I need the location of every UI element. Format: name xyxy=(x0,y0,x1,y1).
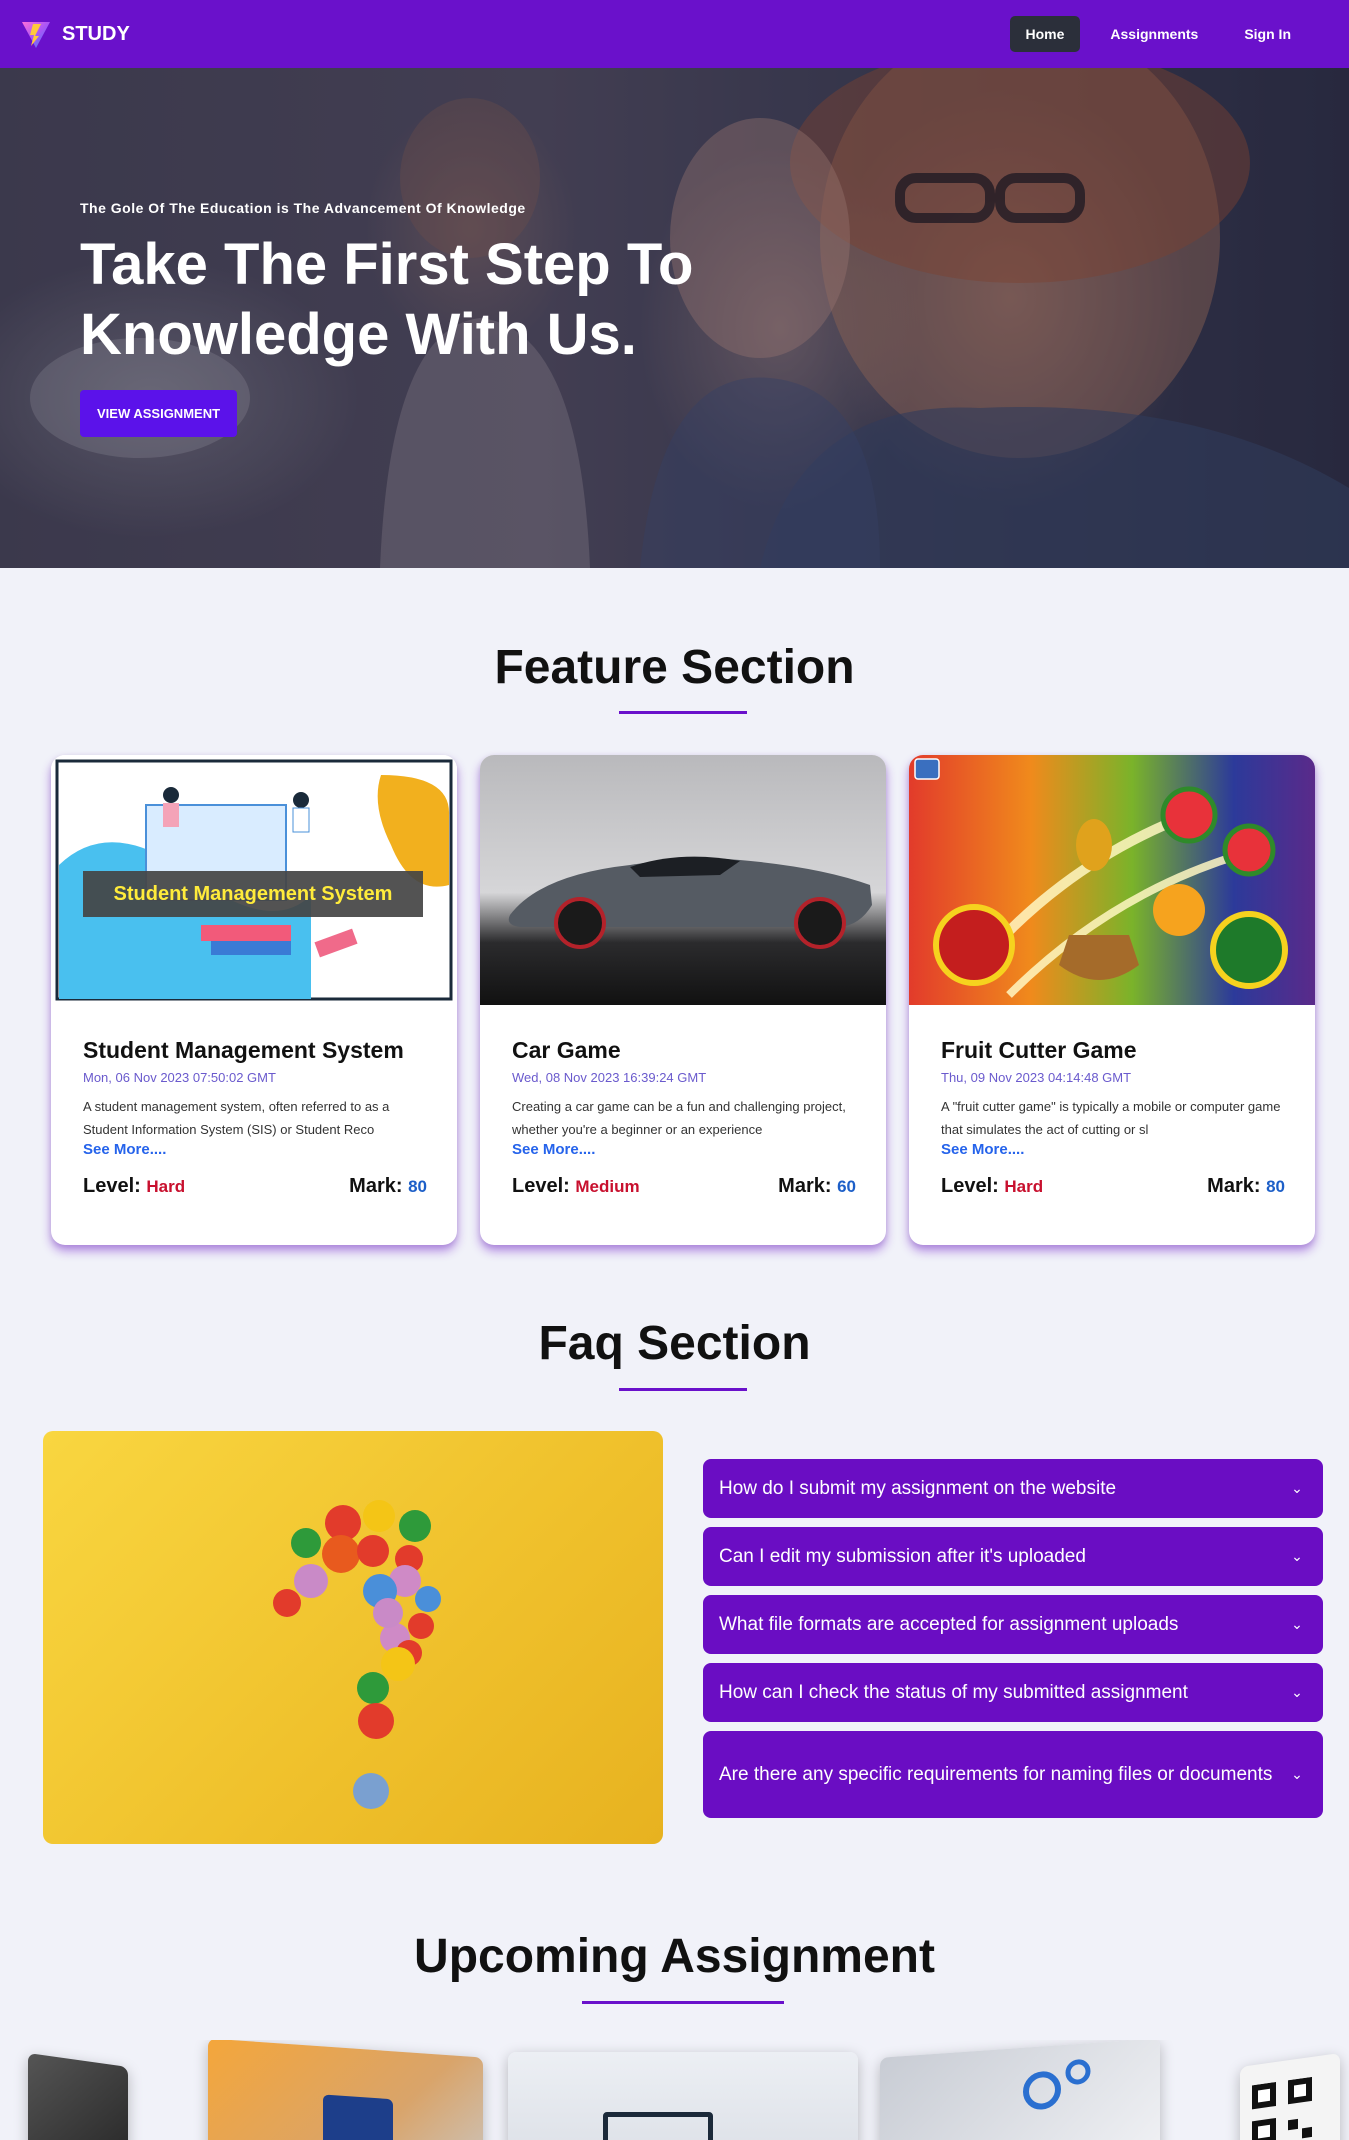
mark-label: Mark: xyxy=(1207,1175,1261,1197)
faq-question: Can I edit my submission after it's uplo… xyxy=(719,1546,1086,1567)
brand-name: STUDY xyxy=(62,22,130,45)
hero-title: Take The First Step To Knowledge With Us… xyxy=(80,232,694,367)
feature-card[interactable]: Fruit Cutter Game Thu, 09 Nov 2023 04:14… xyxy=(909,755,1315,1245)
card-image-fruit-cutter xyxy=(909,755,1315,1005)
upcoming-carousel[interactable] xyxy=(0,2040,1349,2140)
hero-content: The Gole Of The Education is The Advance… xyxy=(80,200,780,437)
mark-value: 60 xyxy=(837,1177,856,1196)
level-label: Level: xyxy=(83,1175,141,1197)
see-more-link[interactable]: See More.... xyxy=(941,1141,1285,1158)
mark-value: 80 xyxy=(1266,1177,1285,1196)
faq-item[interactable]: How do I submit my assignment on the web… xyxy=(703,1459,1323,1518)
faq-question: How can I check the status of my submitt… xyxy=(719,1682,1188,1703)
level-value: Hard xyxy=(1004,1177,1044,1196)
card-description: A student management system, often refer… xyxy=(83,1099,390,1137)
upcoming-section-title: Upcoming Assignment xyxy=(414,1930,935,1983)
qr-code-icon xyxy=(1252,2076,1312,2140)
faq-question-mark-image xyxy=(43,1431,663,1844)
faq-title-underline xyxy=(619,1388,747,1391)
feature-card[interactable]: Student Management System Student Manage… xyxy=(51,755,457,1245)
card-description: A "fruit cutter game" is typically a mob… xyxy=(941,1099,1281,1137)
view-assignment-button[interactable]: VIEW ASSIGNMENT xyxy=(80,390,238,437)
see-more-link[interactable]: See More.... xyxy=(512,1141,856,1158)
card-date: Mon, 06 Nov 2023 07:50:02 GMT xyxy=(83,1070,276,1085)
feature-title-underline xyxy=(619,711,747,714)
faq-question: How do I submit my assignment on the web… xyxy=(719,1478,1117,1499)
tablet-icon xyxy=(323,2094,393,2140)
chevron-down-icon: ⌄ xyxy=(1291,1684,1303,1700)
gear-icon xyxy=(1023,2059,1091,2110)
level-label: Level: xyxy=(941,1175,999,1197)
level-value: Medium xyxy=(575,1177,640,1196)
faq-section-title: Faq Section xyxy=(538,1317,811,1370)
chevron-down-icon: ⌄ xyxy=(1291,1548,1303,1564)
chevron-down-icon: ⌄ xyxy=(1291,1616,1303,1632)
faq-question: What file formats are accepted for assig… xyxy=(719,1614,1179,1635)
hero-subtitle: The Gole Of The Education is The Advance… xyxy=(80,200,526,216)
carousel-slide[interactable] xyxy=(28,2052,128,2140)
card-body: Car Game Wed, 08 Nov 2023 16:39:24 GMT C… xyxy=(512,1037,856,1158)
card-title: Student Management System xyxy=(83,1037,404,1063)
nav-links: Home Assignments Sign In xyxy=(1009,16,1308,52)
mark-value: 80 xyxy=(408,1177,427,1196)
card-title: Fruit Cutter Game xyxy=(941,1037,1137,1063)
logo-icon xyxy=(22,22,50,48)
card-body: Fruit Cutter Game Thu, 09 Nov 2023 04:14… xyxy=(941,1037,1285,1158)
faq-question: Are there any specific requirements for … xyxy=(719,1764,1273,1785)
card-image-caption: Student Management System xyxy=(113,882,393,905)
nav-home[interactable]: Home xyxy=(1009,16,1081,52)
carousel-slide[interactable] xyxy=(1240,2052,1340,2140)
card-footer: Level: Hard Mark: 80 xyxy=(941,1175,1285,1198)
brand[interactable]: STUDY xyxy=(20,18,130,50)
card-description: Creating a car game can be a fun and cha… xyxy=(512,1099,846,1137)
navbar: STUDY Home Assignments Sign In xyxy=(0,0,1349,68)
faq-item[interactable]: Can I edit my submission after it's uplo… xyxy=(703,1527,1323,1586)
question-mark-illustration xyxy=(273,1500,441,1809)
level-label: Level: xyxy=(512,1175,570,1197)
nav-sign-in[interactable]: Sign In xyxy=(1228,16,1307,52)
card-body: Student Management System Mon, 06 Nov 20… xyxy=(83,1037,427,1158)
see-more-link[interactable]: See More.... xyxy=(83,1141,427,1158)
hero-banner: The Gole Of The Education is The Advance… xyxy=(0,68,1349,568)
carousel-slide[interactable] xyxy=(880,2040,1160,2140)
carousel-slide[interactable] xyxy=(508,2052,858,2140)
faq-item[interactable]: Are there any specific requirements for … xyxy=(703,1731,1323,1818)
nav-assignments[interactable]: Assignments xyxy=(1094,16,1214,52)
card-date: Thu, 09 Nov 2023 04:14:48 GMT xyxy=(941,1070,1132,1085)
card-title: Car Game xyxy=(512,1037,621,1063)
mark-label: Mark: xyxy=(778,1175,832,1197)
feature-section-title: Feature Section xyxy=(494,641,855,694)
level-value: Hard xyxy=(146,1177,186,1196)
card-date: Wed, 08 Nov 2023 16:39:24 GMT xyxy=(512,1070,707,1085)
mark-label: Mark: xyxy=(349,1175,403,1197)
upcoming-title-underline xyxy=(582,2001,784,2004)
faq-item[interactable]: What file formats are accepted for assig… xyxy=(703,1595,1323,1654)
chevron-down-icon: ⌄ xyxy=(1291,1480,1303,1496)
card-image-car xyxy=(480,755,886,1005)
card-footer: Level: Medium Mark: 60 xyxy=(512,1175,856,1198)
monitor-icon xyxy=(603,2112,713,2140)
chevron-down-icon: ⌄ xyxy=(1291,1766,1303,1782)
carousel-slide[interactable] xyxy=(208,2040,483,2140)
feature-card[interactable]: Car Game Wed, 08 Nov 2023 16:39:24 GMT C… xyxy=(480,755,886,1245)
faq-item[interactable]: How can I check the status of my submitt… xyxy=(703,1663,1323,1722)
card-footer: Level: Hard Mark: 80 xyxy=(83,1175,427,1198)
